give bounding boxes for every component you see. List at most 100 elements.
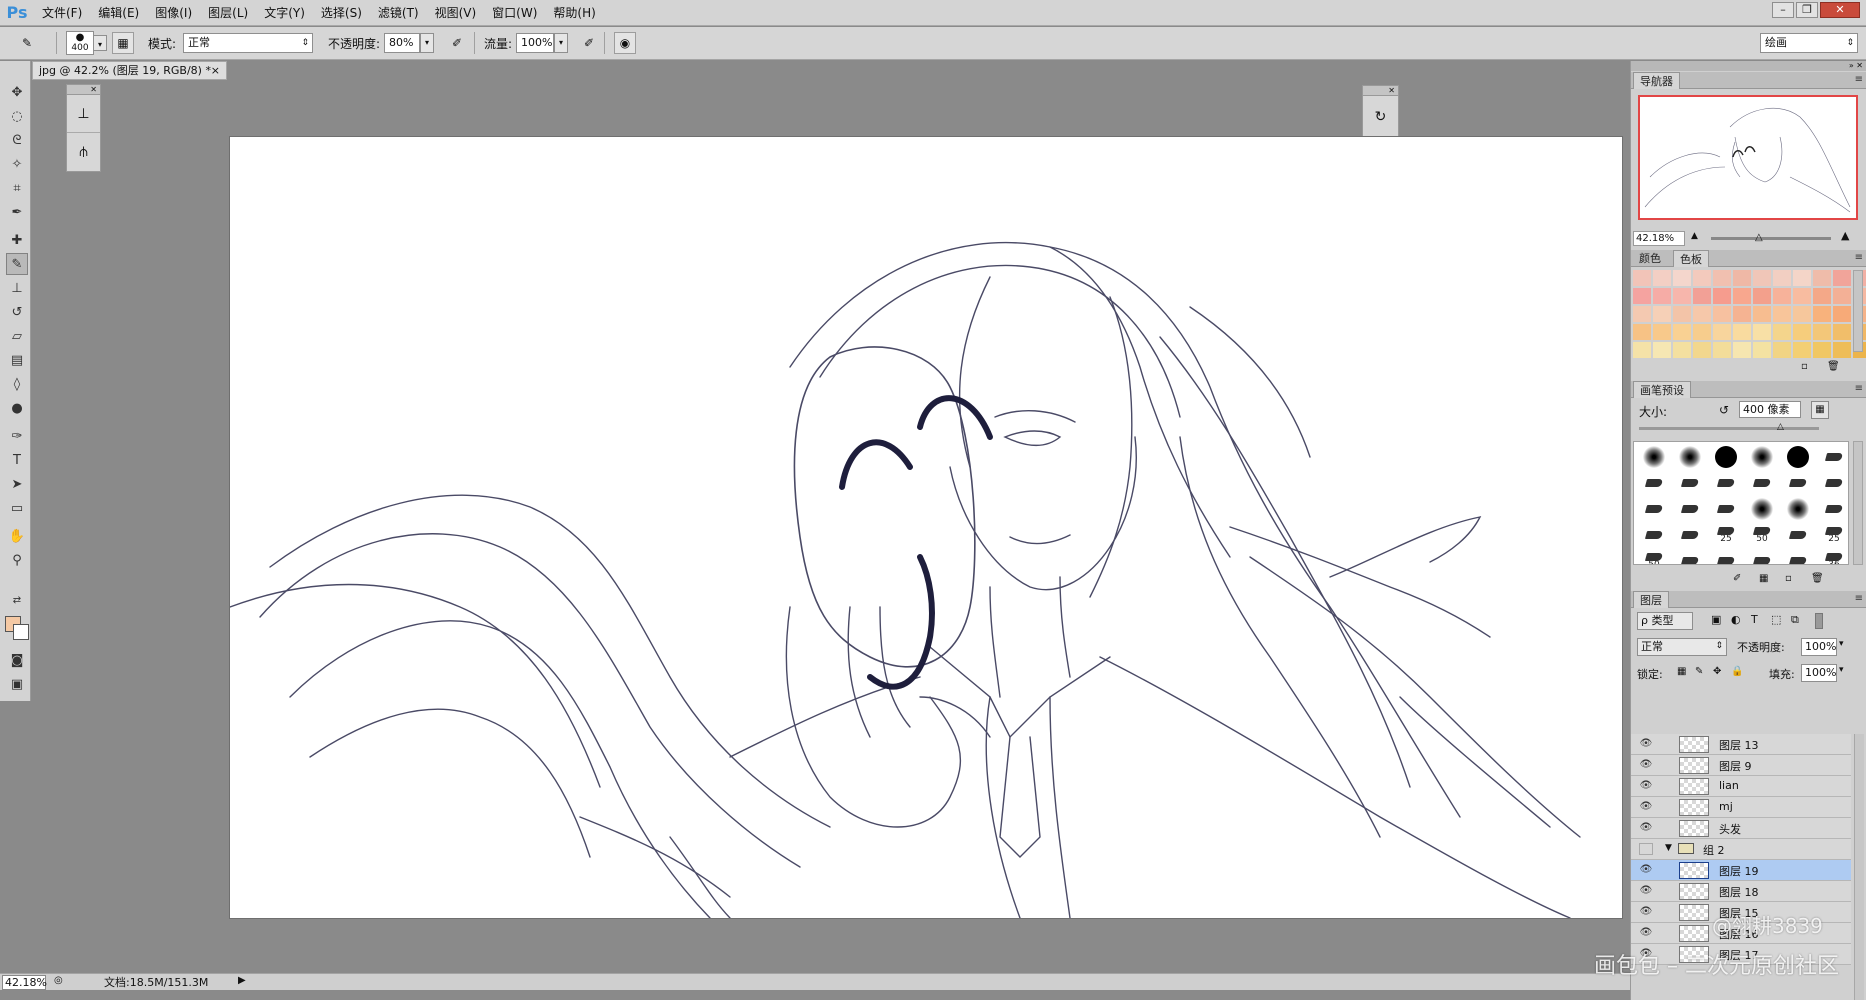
color-swatch[interactable]	[1693, 306, 1711, 322]
brush-preset[interactable]	[1818, 470, 1848, 496]
eraser-tool-icon[interactable]: ▱	[6, 325, 28, 347]
color-swatch[interactable]	[1693, 342, 1711, 358]
menu-edit[interactable]: 编辑(E)	[90, 0, 147, 26]
brush-preset[interactable]	[1674, 496, 1706, 522]
brush-preset[interactable]	[1746, 444, 1778, 470]
layer-thumbnail[interactable]	[1679, 799, 1709, 816]
brush-size-input[interactable]: 400 像素	[1739, 401, 1801, 418]
document-canvas[interactable]	[230, 137, 1622, 918]
filter-type-icon[interactable]: T	[1751, 613, 1758, 626]
delete-swatch-icon[interactable]: 🗑	[1827, 361, 1840, 372]
quick-mask-icon[interactable]: ◙	[6, 649, 28, 671]
filter-shape-icon[interactable]: ⬚	[1771, 613, 1781, 626]
color-swatch[interactable]	[1753, 306, 1771, 322]
color-swatch[interactable]	[1753, 342, 1771, 358]
swatches-scrollbar[interactable]	[1853, 270, 1863, 352]
document-tab[interactable]: jpg @ 42.2% (图层 19, RGB/8) * ×	[32, 61, 227, 80]
brush-preset[interactable]	[1674, 522, 1706, 548]
new-swatch-icon[interactable]: ▫	[1801, 361, 1808, 372]
color-swatch[interactable]	[1713, 306, 1731, 322]
swap-colors-icon[interactable]: ⇄	[6, 589, 28, 611]
color-swatch[interactable]	[1673, 288, 1691, 304]
screen-mode-icon[interactable]: ▣	[6, 673, 28, 695]
menu-select[interactable]: 选择(S)	[313, 0, 370, 26]
visibility-eye-icon[interactable]: 👁	[1639, 780, 1653, 792]
filter-adjustment-icon[interactable]: ◐	[1731, 613, 1741, 626]
visibility-eye-icon[interactable]: 👁	[1639, 822, 1653, 834]
filter-pixel-icon[interactable]: ▣	[1711, 613, 1721, 626]
hand-tool-icon[interactable]: ✋	[6, 525, 28, 547]
filter-toggle[interactable]	[1815, 613, 1823, 629]
brush-size-slider-knob[interactable]: △	[1777, 422, 1784, 432]
layer-row[interactable]: 👁 图层 13	[1631, 734, 1851, 755]
crop-tool-icon[interactable]: ⌗	[6, 177, 28, 199]
marquee-tool-icon[interactable]: ◌	[6, 105, 28, 127]
restore-button[interactable]: ❐	[1796, 2, 1818, 18]
background-color-swatch[interactable]	[13, 624, 29, 640]
blend-mode-select[interactable]: 正常 ⇕	[1637, 638, 1727, 656]
brush-preset[interactable]	[1782, 470, 1814, 496]
brush-preset[interactable]	[1674, 444, 1706, 470]
layer-row[interactable]: 👁 图层 9	[1631, 755, 1851, 776]
color-swatch[interactable]	[1653, 306, 1671, 322]
navigator-thumbnail[interactable]	[1638, 95, 1858, 220]
airbrush-icon[interactable]: ✐	[578, 32, 600, 54]
tab-brush-presets[interactable]: 画笔预设	[1633, 381, 1691, 398]
menu-type[interactable]: 文字(Y)	[256, 0, 313, 26]
color-swatch[interactable]	[1833, 288, 1851, 304]
visibility-eye-icon[interactable]: 👁	[1639, 738, 1653, 750]
layer-filter-select[interactable]: ρ 类型	[1637, 612, 1693, 630]
color-swatch[interactable]	[1653, 270, 1671, 286]
zoom-level-field[interactable]: 42.18%	[2, 975, 47, 990]
layer-thumbnail[interactable]	[1679, 904, 1709, 921]
lock-all-icon[interactable]: 🔒	[1731, 666, 1743, 677]
color-swatch[interactable]	[1753, 288, 1771, 304]
mode-select[interactable]: 正常 ⇕	[183, 33, 313, 53]
panel-menu-icon[interactable]: ≡	[1855, 381, 1863, 397]
brush-preset[interactable]	[1818, 496, 1848, 522]
filter-smart-object-icon[interactable]: ⧉	[1791, 613, 1799, 627]
brush-preset[interactable]	[1746, 548, 1778, 564]
reset-size-icon[interactable]: ↺	[1719, 403, 1729, 417]
brush-preset[interactable]	[1638, 470, 1670, 496]
close-document-icon[interactable]: ×	[211, 62, 220, 79]
history-brush-tool-icon[interactable]: ↺	[6, 301, 28, 323]
color-swatch[interactable]	[1653, 342, 1671, 358]
lock-transparent-icon[interactable]: ▦	[1677, 666, 1686, 677]
color-swatch[interactable]	[1773, 306, 1791, 322]
visibility-eye-icon[interactable]	[1639, 843, 1653, 855]
path-select-tool-icon[interactable]: ➤	[6, 473, 28, 495]
layer-row[interactable]: 👁 头发	[1631, 818, 1851, 839]
color-swatch[interactable]	[1693, 270, 1711, 286]
brush-size-slider[interactable]	[1639, 427, 1819, 430]
brush-preset[interactable]	[1710, 548, 1742, 564]
brush-options-icon[interactable]: ⫛	[67, 133, 100, 171]
brush-preset[interactable]: 36	[1818, 548, 1848, 564]
layer-row[interactable]: 👁 图层 19	[1631, 860, 1851, 881]
brush-preset[interactable]	[1638, 444, 1670, 470]
color-swatch[interactable]	[1633, 324, 1651, 340]
zoom-in-icon[interactable]: ▲	[1841, 229, 1849, 242]
visibility-eye-icon[interactable]: 👁	[1639, 927, 1653, 939]
history-icon[interactable]: ↻	[1363, 96, 1398, 137]
panel-menu-icon[interactable]: ≡	[1855, 72, 1863, 88]
toggle-brush-panel-icon[interactable]: ✐	[1733, 573, 1741, 584]
menu-view[interactable]: 视图(V)	[427, 0, 485, 26]
layer-thumbnail[interactable]	[1679, 883, 1709, 900]
color-swatch[interactable]	[1793, 306, 1811, 322]
lock-position-icon[interactable]: ✥	[1713, 666, 1721, 677]
color-swatch[interactable]	[1773, 324, 1791, 340]
flow-input[interactable]: 100%	[516, 33, 554, 53]
status-info-icon[interactable]: ◎	[54, 975, 63, 986]
color-swatch[interactable]	[1793, 270, 1811, 286]
color-swatch[interactable]	[1753, 324, 1771, 340]
color-swatch[interactable]	[1653, 324, 1671, 340]
color-swatch[interactable]	[1813, 342, 1831, 358]
color-swatch[interactable]	[1733, 306, 1751, 322]
brush-preset[interactable]: 25	[1710, 522, 1742, 548]
menu-window[interactable]: 窗口(W)	[484, 0, 545, 26]
color-swatch[interactable]	[1813, 288, 1831, 304]
group-expand-icon[interactable]: ▼	[1665, 843, 1672, 853]
color-swatch[interactable]	[1673, 270, 1691, 286]
brush-preset[interactable]	[1638, 522, 1670, 548]
